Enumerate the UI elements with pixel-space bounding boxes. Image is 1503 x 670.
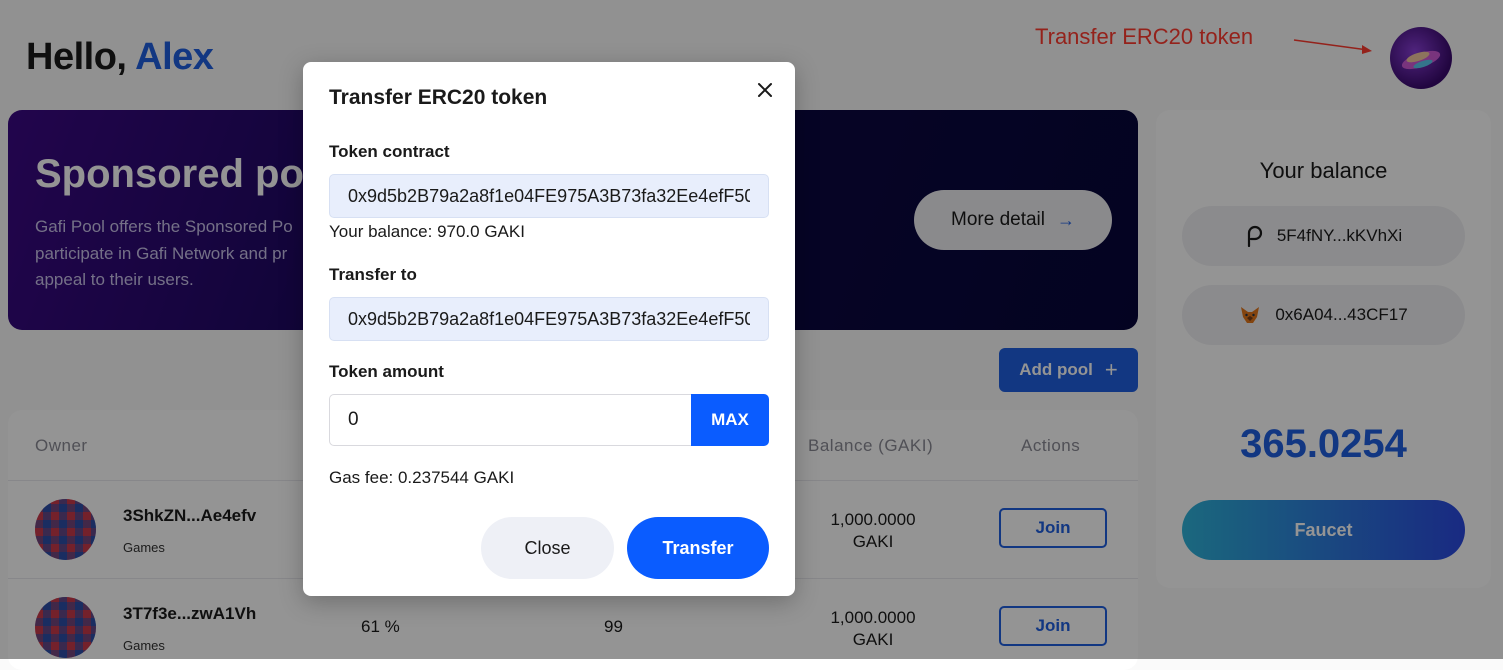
token-contract-input[interactable]: [329, 174, 769, 218]
modal-title: Transfer ERC20 token: [329, 86, 548, 109]
token-amount-label: Token amount: [329, 362, 444, 381]
close-button[interactable]: Close: [481, 517, 614, 579]
transfer-erc20-modal: Transfer ERC20 token Token contract Your…: [303, 62, 795, 596]
your-balance-text: Your balance: 970.0 GAKI: [329, 222, 525, 241]
transfer-to-label: Transfer to: [329, 265, 417, 284]
transfer-button[interactable]: Transfer: [627, 517, 769, 579]
gas-fee-text: Gas fee: 0.237544 GAKI: [329, 468, 515, 487]
close-icon[interactable]: [753, 78, 777, 102]
token-amount-input[interactable]: [329, 394, 691, 446]
token-amount-group: MAX: [329, 394, 769, 446]
transfer-to-input[interactable]: [329, 297, 769, 341]
token-contract-label: Token contract: [329, 142, 450, 161]
max-button[interactable]: MAX: [691, 394, 769, 446]
